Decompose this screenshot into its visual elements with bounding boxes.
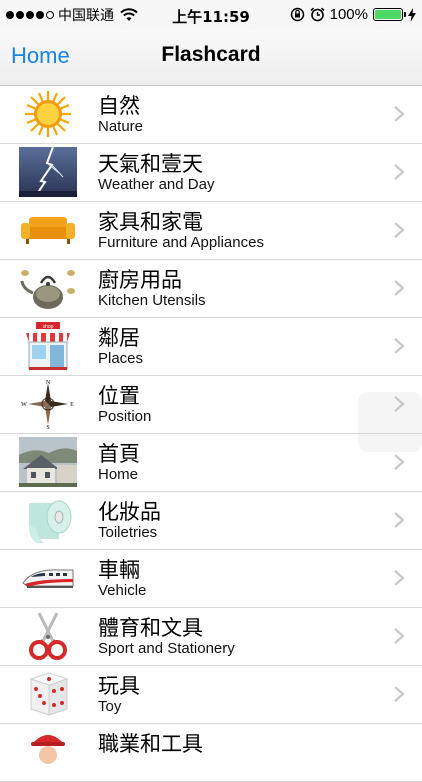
scissors-icon — [19, 611, 77, 661]
svg-text:N: N — [46, 380, 51, 386]
sofa-icon — [19, 205, 77, 255]
status-bar: 中国联通 上午11:59 100% — [0, 0, 422, 30]
category-title-zh: 體育和文具 — [98, 616, 203, 640]
toilet-paper-icon — [19, 495, 77, 545]
train-icon — [19, 553, 77, 603]
list-item-nature[interactable]: 自然 Nature — [0, 86, 422, 144]
category-title-en: Furniture and Appliances — [98, 234, 264, 251]
chevron-right-icon — [394, 686, 405, 702]
category-title-zh: 化妝品 — [98, 500, 161, 524]
svg-text:shop: shop — [43, 324, 54, 330]
list-item-kitchen[interactable]: 廚房用品 Kitchen Utensils — [0, 260, 422, 318]
chevron-right-icon — [394, 106, 405, 122]
category-title-zh: 車輛 — [98, 558, 140, 582]
category-title-en: Vehicle — [98, 582, 147, 599]
list-item-furniture[interactable]: 家具和家電 Furniture and Appliances — [0, 202, 422, 260]
category-title-en: Sport and Stationery — [98, 640, 235, 657]
svg-text:W: W — [21, 402, 27, 408]
floating-assistive-button[interactable] — [358, 392, 422, 452]
category-title-zh: 天氣和壹天 — [98, 152, 203, 176]
shop-icon: shop — [19, 321, 77, 371]
category-title-zh: 家具和家電 — [98, 210, 203, 234]
category-title-en: Toy — [98, 698, 122, 715]
chevron-right-icon — [394, 628, 405, 644]
worker-icon — [19, 727, 77, 777]
category-title-en: Weather and Day — [98, 176, 215, 193]
navigation-bar: Home Flashcard — [0, 30, 422, 86]
battery-percent: 100% — [329, 6, 368, 23]
chevron-right-icon — [394, 222, 405, 238]
category-title-zh: 廚房用品 — [98, 268, 182, 292]
list-item-toiletries[interactable]: 化妝品 Toiletries — [0, 492, 422, 550]
category-title-en: Position — [98, 408, 152, 425]
category-title-zh: 鄰居 — [98, 326, 140, 350]
battery-icon — [373, 8, 406, 21]
alarm-icon — [310, 7, 325, 22]
category-title-en: Kitchen Utensils — [98, 292, 206, 309]
category-title-zh: 職業和工具 — [98, 732, 203, 756]
list-item-occupation[interactable]: 職業和工具 — [0, 724, 422, 782]
status-right: 100% — [290, 6, 416, 23]
chevron-right-icon — [394, 164, 405, 180]
sun-icon — [19, 89, 77, 139]
chevron-right-icon — [394, 570, 405, 586]
category-title-zh: 玩具 — [98, 674, 140, 698]
charging-bolt-icon — [408, 7, 416, 22]
lightning-icon — [19, 147, 77, 197]
svg-text:E: E — [70, 402, 74, 408]
list-item-toy[interactable]: 玩具 Toy — [0, 666, 422, 724]
category-title-en: Nature — [98, 118, 144, 135]
svg-text:S: S — [46, 425, 49, 429]
compass-icon: N W E S — [19, 379, 77, 429]
category-title-zh: 自然 — [98, 94, 140, 118]
dice-icon — [19, 669, 77, 719]
rotation-lock-icon — [290, 7, 304, 22]
chevron-right-icon — [394, 280, 405, 296]
category-title-en: Home — [98, 466, 139, 483]
category-title-zh: 位置 — [98, 384, 140, 408]
list-item-weather[interactable]: 天氣和壹天 Weather and Day — [0, 144, 422, 202]
category-title-zh: 首頁 — [98, 442, 140, 466]
chevron-right-icon — [394, 454, 405, 470]
chevron-right-icon — [394, 338, 405, 354]
category-title-en: Places — [98, 350, 144, 367]
teapot-icon — [19, 263, 77, 313]
home-back-button[interactable]: Home — [11, 43, 70, 69]
chevron-right-icon — [394, 512, 405, 528]
house-icon — [19, 437, 77, 487]
list-item-sport-stationery[interactable]: 體育和文具 Sport and Stationery — [0, 608, 422, 666]
category-title-en: Toiletries — [98, 524, 158, 541]
list-item-places[interactable]: shop 鄰居 Places — [0, 318, 422, 376]
list-item-vehicle[interactable]: 車輛 Vehicle — [0, 550, 422, 608]
